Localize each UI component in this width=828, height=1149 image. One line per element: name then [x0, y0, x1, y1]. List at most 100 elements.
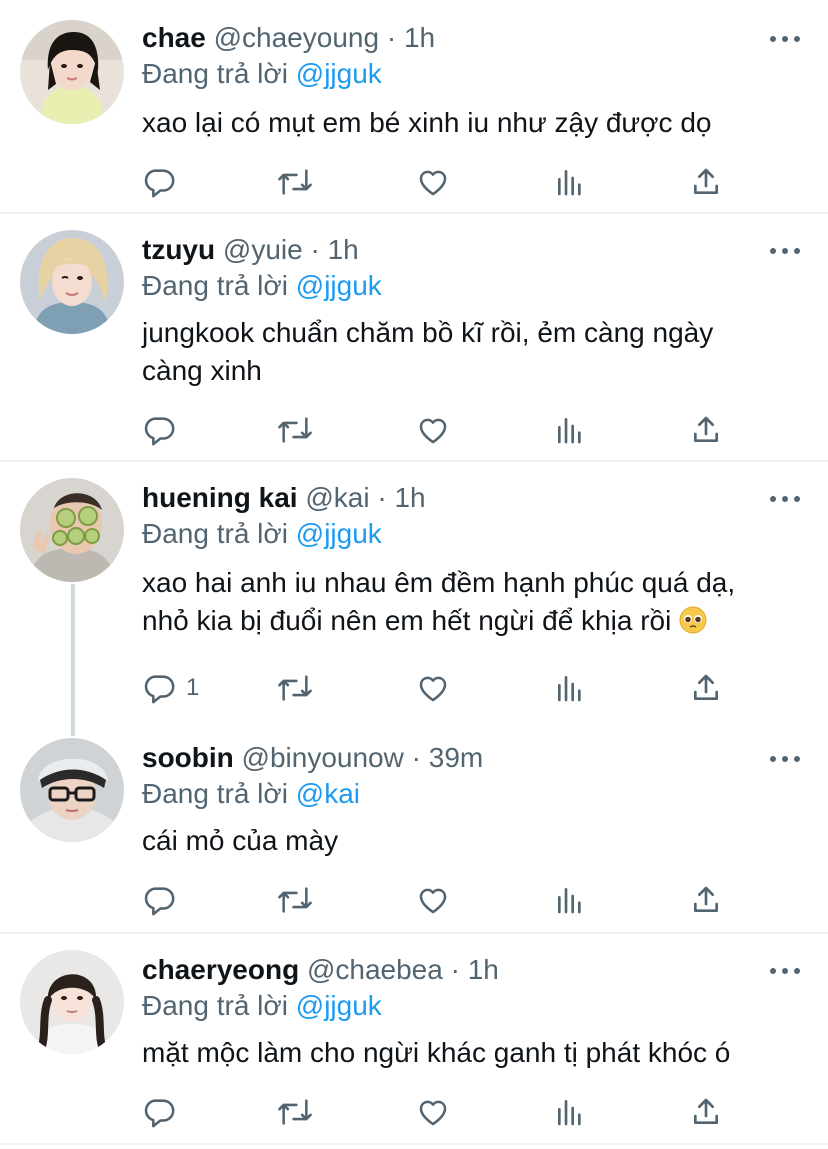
avatar[interactable]: [20, 738, 124, 842]
mention-link[interactable]: @jjguk: [296, 58, 382, 89]
reply-icon: [144, 675, 175, 704]
tweet-text-line: càng xinh: [142, 355, 262, 386]
mention-link[interactable]: @kai: [296, 778, 360, 809]
analytics-icon: [558, 676, 581, 702]
replying-to: Đang trả lời @jjguk: [142, 266, 382, 306]
replying-prefix: Đang trả lời: [142, 58, 296, 89]
heart-icon: [419, 676, 447, 702]
tweet-text-line: nhỏ kia bị đuổi nên em hết ngừi để khịa …: [142, 605, 672, 636]
reply-button[interactable]: [142, 880, 186, 920]
reply-button[interactable]: [142, 410, 186, 450]
avatar[interactable]: [20, 478, 124, 582]
action-bar: 1: [142, 668, 742, 708]
retweet-button[interactable]: [276, 410, 314, 450]
retweet-icon: [278, 675, 312, 701]
replying-to: Đang trả lời @jjguk: [142, 514, 382, 554]
tweet-text-line: xao hai anh iu nhau êm đềm hạnh phúc quá…: [142, 567, 736, 598]
like-button[interactable]: [416, 880, 450, 920]
timestamp[interactable]: 1h: [404, 22, 435, 53]
tweet-text: xao lại có mụt em bé xinh iu như zậy đượ…: [142, 107, 712, 138]
display-name[interactable]: soobin: [142, 742, 234, 773]
heart-icon: [419, 170, 447, 196]
retweet-icon: [278, 887, 312, 913]
like-button[interactable]: [416, 410, 450, 450]
more-icon[interactable]: [770, 34, 800, 44]
user-handle[interactable]: @yuie: [223, 234, 303, 265]
share-icon: [694, 886, 718, 912]
share-button[interactable]: [690, 1092, 722, 1132]
replying-to: Đang trả lời @jjguk: [142, 986, 382, 1026]
display-name[interactable]: huening kai: [142, 482, 298, 513]
user-handle[interactable]: @binyounow: [242, 742, 404, 773]
separator-dot: ·: [310, 234, 320, 265]
mention-link[interactable]: @jjguk: [296, 518, 382, 549]
reply-button[interactable]: 1: [142, 668, 199, 708]
views-button[interactable]: [554, 880, 586, 920]
user-handle[interactable]: @kai: [305, 482, 369, 513]
tweet-text: jungkook chuẩn chăm bồ kĩ rồi, ẻm càng n…: [142, 314, 812, 390]
reply-feed: chae @chaeyoung · 1h Đang trả lời @jjguk…: [0, 0, 828, 1149]
tweet-text-line: jungkook chuẩn chăm bồ kĩ rồi, ẻm càng n…: [142, 317, 714, 348]
action-bar: [142, 880, 742, 920]
retweet-button[interactable]: [276, 162, 314, 202]
views-button[interactable]: [554, 1092, 586, 1132]
display-name[interactable]: chae: [142, 22, 206, 53]
separator-dot: ·: [450, 954, 460, 985]
views-button[interactable]: [554, 668, 586, 708]
share-button[interactable]: [690, 162, 722, 202]
timestamp[interactable]: 1h: [468, 954, 499, 985]
divider: [0, 212, 828, 214]
avatar[interactable]: [20, 950, 124, 1054]
retweet-button[interactable]: [276, 668, 314, 708]
tweet-text: mặt mộc làm cho ngừi khác ganh tị phát k…: [142, 1037, 731, 1068]
user-handle[interactable]: @chaebea: [307, 954, 443, 985]
heart-icon: [419, 888, 447, 914]
heart-icon: [419, 1100, 447, 1126]
user-handle[interactable]: @chaeyoung: [214, 22, 379, 53]
reply-button[interactable]: [142, 162, 186, 202]
avatar[interactable]: [20, 230, 124, 334]
tweet-text: xao hai anh iu nhau êm đềm hạnh phúc quá…: [142, 564, 812, 640]
mention-link[interactable]: @jjguk: [296, 990, 382, 1021]
retweet-button[interactable]: [276, 880, 314, 920]
like-button[interactable]: [416, 668, 450, 708]
share-button[interactable]: [690, 880, 722, 920]
retweet-icon: [278, 417, 312, 443]
divider: [0, 1143, 828, 1145]
retweet-button[interactable]: [276, 1092, 314, 1132]
more-icon[interactable]: [770, 754, 800, 764]
pleading-face-emoji: [679, 606, 707, 634]
more-icon[interactable]: [770, 966, 800, 976]
reply-button[interactable]: [142, 1092, 186, 1132]
views-button[interactable]: [554, 410, 586, 450]
display-name[interactable]: tzuyu: [142, 234, 215, 265]
action-bar: [142, 1092, 742, 1132]
views-button[interactable]: [554, 162, 586, 202]
share-icon: [694, 168, 718, 194]
replying-to: Đang trả lời @jjguk: [142, 54, 382, 94]
mention-link[interactable]: @jjguk: [296, 270, 382, 301]
thread-connector-line: [71, 584, 75, 736]
share-icon: [694, 1098, 718, 1124]
timestamp[interactable]: 39m: [429, 742, 483, 773]
like-button[interactable]: [416, 1092, 450, 1132]
action-bar: [142, 162, 742, 202]
action-bar: [142, 410, 742, 450]
analytics-icon: [558, 888, 581, 914]
like-button[interactable]: [416, 162, 450, 202]
analytics-icon: [558, 418, 581, 444]
heart-icon: [419, 418, 447, 444]
reply-icon: [144, 887, 175, 916]
reply-count: 1: [186, 674, 200, 701]
avatar[interactable]: [20, 20, 124, 124]
display-name[interactable]: chaeryeong: [142, 954, 299, 985]
share-button[interactable]: [690, 410, 722, 450]
separator-dot: ·: [386, 22, 397, 53]
more-icon[interactable]: [770, 494, 800, 504]
share-button[interactable]: [690, 668, 722, 708]
share-icon: [694, 674, 718, 700]
timestamp[interactable]: 1h: [328, 234, 359, 265]
more-icon[interactable]: [770, 246, 800, 256]
timestamp[interactable]: 1h: [394, 482, 425, 513]
divider: [0, 460, 828, 462]
